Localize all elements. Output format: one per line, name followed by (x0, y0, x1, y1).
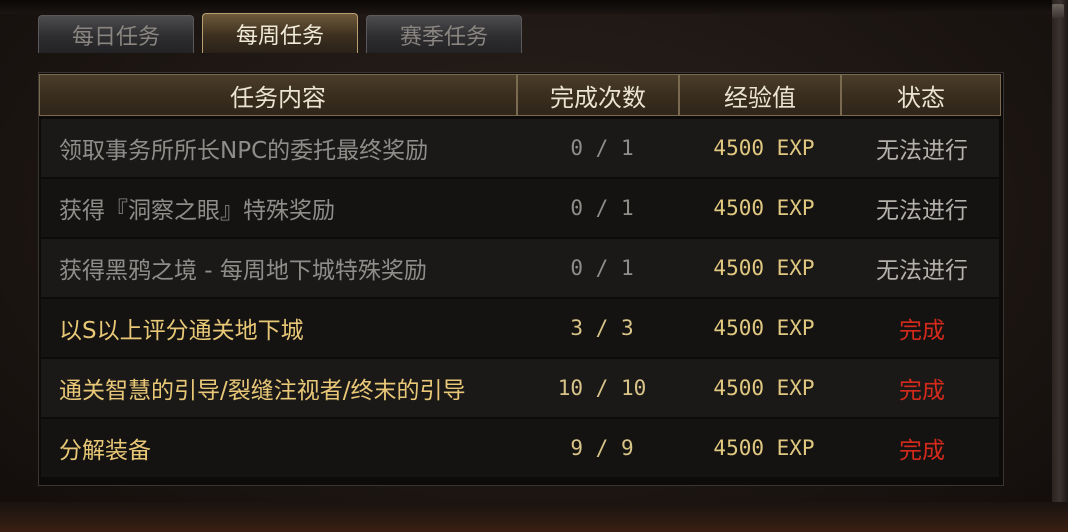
task-count: 10 / 10 (557, 376, 647, 400)
task-status: 无法进行 (876, 258, 968, 284)
bottom-border (0, 502, 1068, 532)
task-name: 获得『洞察之眼』特殊奖励 (59, 198, 335, 224)
task-exp: 4500 EXP (713, 196, 815, 220)
task-count: 9 / 9 (570, 436, 634, 460)
right-scroll-rail[interactable] (1052, 0, 1068, 532)
corner-handle-icon (1052, 4, 1064, 18)
task-name: 以S以上评分通关地下城 (59, 318, 304, 344)
header-task[interactable]: 任务内容 (39, 74, 517, 116)
task-name: 获得黑鸦之境 - 每周地下城特殊奖励 (59, 258, 427, 284)
tab-daily[interactable]: 每日任务 (38, 15, 194, 53)
table-row[interactable]: 获得『洞察之眼』特殊奖励 0 / 1 4500 EXP 无法进行 (41, 179, 999, 237)
task-status: 完成 (899, 438, 945, 464)
header-count[interactable]: 完成次数 (517, 74, 679, 116)
task-exp: 4500 EXP (713, 316, 815, 340)
table-row[interactable]: 领取事务所所长NPC的委托最终奖励 0 / 1 4500 EXP 无法进行 (41, 119, 999, 177)
task-name: 分解装备 (59, 438, 151, 464)
top-border (0, 0, 1068, 14)
table-row[interactable]: 以S以上评分通关地下城 3 / 3 4500 EXP 完成 (41, 299, 999, 357)
task-count: 3 / 3 (570, 316, 634, 340)
tab-weekly[interactable]: 每周任务 (202, 13, 358, 53)
task-name: 领取事务所所长NPC的委托最终奖励 (59, 138, 429, 164)
header-exp[interactable]: 经验值 (679, 74, 841, 116)
table-body: 领取事务所所长NPC的委托最终奖励 0 / 1 4500 EXP 无法进行 获得… (41, 119, 999, 479)
task-exp: 4500 EXP (713, 256, 815, 280)
header-status[interactable]: 状态 (841, 74, 1001, 116)
task-status: 无法进行 (876, 198, 968, 224)
task-exp: 4500 EXP (713, 436, 815, 460)
table-row[interactable]: 分解装备 9 / 9 4500 EXP 完成 (41, 419, 999, 477)
table-row[interactable]: 通关智慧的引导/裂缝注视者/终末的引导 10 / 10 4500 EXP 完成 (41, 359, 999, 417)
task-count: 0 / 1 (570, 136, 634, 160)
task-count: 0 / 1 (570, 196, 634, 220)
task-status: 完成 (899, 318, 945, 344)
task-status: 完成 (899, 378, 945, 404)
task-table: 任务内容 完成次数 经验值 状态 领取事务所所长NPC的委托最终奖励 0 / 1… (38, 72, 1004, 486)
task-name: 通关智慧的引导/裂缝注视者/终末的引导 (59, 378, 466, 404)
task-status: 无法进行 (876, 138, 968, 164)
table-header: 任务内容 完成次数 经验值 状态 (39, 73, 1003, 117)
task-exp: 4500 EXP (713, 136, 815, 160)
task-count: 0 / 1 (570, 256, 634, 280)
task-exp: 4500 EXP (713, 376, 815, 400)
tab-season[interactable]: 赛季任务 (366, 15, 522, 53)
table-row[interactable]: 获得黑鸦之境 - 每周地下城特殊奖励 0 / 1 4500 EXP 无法进行 (41, 239, 999, 297)
